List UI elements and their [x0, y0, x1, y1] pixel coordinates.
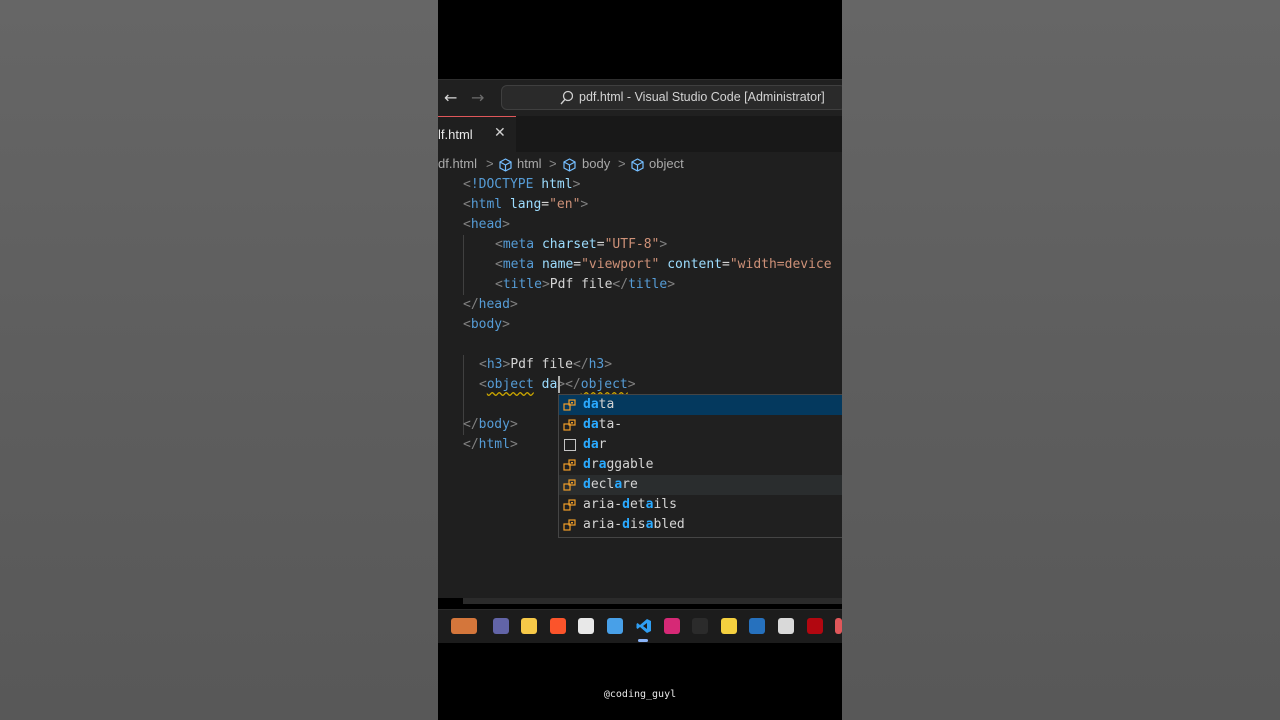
terminal-icon[interactable] — [692, 618, 708, 634]
breadcrumb-item-body[interactable]: body — [582, 156, 610, 171]
suggestion-item[interactable]: aria-disabled — [559, 515, 842, 535]
breadcrumb-file[interactable]: df.html — [438, 156, 477, 171]
watermark: @coding_guyl — [603, 689, 677, 700]
sticky-notes-icon[interactable] — [721, 618, 737, 634]
symbol-box-icon — [631, 158, 644, 172]
code-line-14: </html> — [463, 437, 518, 452]
code-line-5: <meta name="viewport" content="width=dev… — [495, 257, 832, 272]
suggestion-item[interactable]: draggable — [559, 455, 842, 475]
symbol-box-icon — [563, 158, 576, 172]
property-icon — [563, 459, 576, 471]
active-app-indicator — [638, 639, 648, 642]
breadcrumb-item-object[interactable]: object — [649, 156, 684, 171]
text-cursor — [558, 376, 560, 393]
brave-icon[interactable] — [550, 618, 566, 634]
suggestion-label: aria-details — [583, 497, 677, 512]
code-line-7: </head> — [463, 297, 518, 312]
search-icon — [560, 90, 573, 105]
close-icon[interactable]: ✕ — [494, 125, 506, 141]
indent-guide — [463, 235, 464, 295]
suggestion-label: aria-disabled — [583, 517, 685, 532]
vscode-icon[interactable] — [636, 618, 652, 634]
code-line-4: <meta charset="UTF-8"> — [495, 237, 668, 252]
notepad-icon[interactable] — [607, 618, 623, 634]
property-icon — [563, 519, 576, 531]
horizontal-scrollbar[interactable] — [463, 598, 842, 604]
command-center-search[interactable]: pdf.html - Visual Studio Code [Administr… — [501, 85, 842, 110]
background-right — [842, 0, 1280, 720]
code-editor[interactable]: df.html > html > body > object <!DOCTYPE… — [438, 152, 842, 604]
forward-arrow-icon[interactable]: → — [471, 88, 484, 108]
suggestion-item[interactable]: dar — [559, 435, 842, 455]
suggestion-label: draggable — [583, 457, 654, 472]
netflix-icon[interactable] — [807, 618, 823, 634]
windows-taskbar — [438, 609, 842, 643]
teams-chat-icon[interactable] — [493, 618, 509, 634]
video-frame: ← → pdf.html - Visual Studio Code [Admin… — [438, 0, 842, 720]
suggestion-item[interactable]: declare — [559, 475, 842, 495]
widgets-icon[interactable] — [451, 618, 477, 634]
file-explorer-icon[interactable] — [521, 618, 537, 634]
code-line-8: <body> — [463, 317, 510, 332]
breadcrumb-item-html[interactable]: html — [517, 156, 542, 171]
window-title: pdf.html - Visual Studio Code [Administr… — [579, 90, 825, 104]
suggestion-label: data — [583, 397, 615, 412]
instagram-icon[interactable] — [664, 618, 680, 634]
suggestion-widget: data data-dar draggable declare aria-details… — [558, 394, 842, 538]
store-icon[interactable] — [578, 618, 594, 634]
suggestion-label: data- — [583, 417, 623, 432]
property-icon — [563, 419, 576, 431]
tab-label: lf.html — [438, 127, 473, 142]
suggestion-item[interactable]: aria-details — [559, 495, 842, 515]
suggestion-label: dar — [583, 437, 607, 452]
code-line-1: <!DOCTYPE html> — [463, 177, 581, 192]
editor-tab-bar: lf.html ✕ — [438, 116, 842, 152]
suggestion-item[interactable]: data- — [559, 415, 842, 435]
code-line-6: <title>Pdf file</title> — [495, 277, 676, 292]
title-bar: ← → pdf.html - Visual Studio Code [Admin… — [438, 79, 842, 117]
code-line-10: <h3>Pdf file</h3> — [479, 357, 613, 372]
powershell-icon[interactable] — [749, 618, 765, 634]
breadcrumb-separator: > — [549, 156, 557, 171]
snippet-box-icon — [564, 439, 576, 451]
suggestion-label: declare — [583, 477, 638, 492]
suggestion-item[interactable]: data — [559, 395, 842, 415]
chrome-icon[interactable] — [778, 618, 794, 634]
code-line-13: </body> — [463, 417, 518, 432]
breadcrumb-separator: > — [618, 156, 626, 171]
background-left — [0, 0, 438, 720]
property-icon — [563, 479, 576, 491]
property-icon — [563, 399, 576, 411]
back-arrow-icon[interactable]: ← — [444, 88, 457, 108]
code-line-2: <html lang="en"> — [463, 197, 589, 212]
app-icon[interactable] — [835, 618, 842, 634]
symbol-box-icon — [499, 158, 512, 172]
breadcrumb-separator: > — [486, 156, 494, 171]
code-line-3: <head> — [463, 217, 510, 232]
tab-pdf-html[interactable]: lf.html ✕ — [438, 116, 516, 152]
property-icon — [563, 499, 576, 511]
